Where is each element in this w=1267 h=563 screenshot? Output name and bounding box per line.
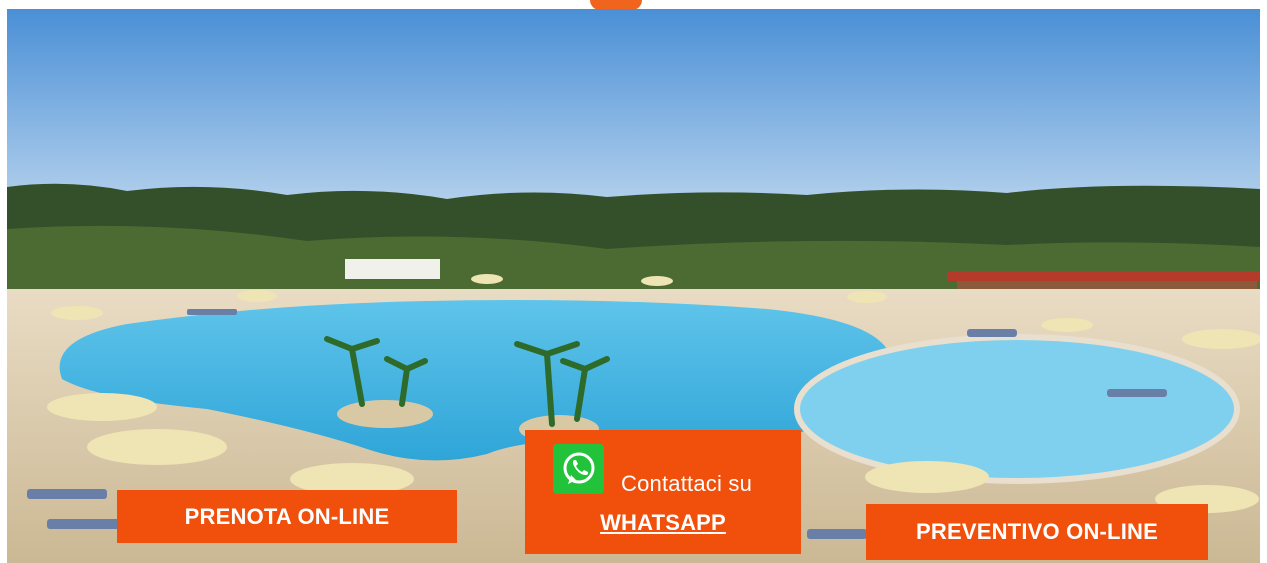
whatsapp-icon xyxy=(553,444,604,494)
preventivo-online-label: PREVENTIVO ON-LINE xyxy=(916,519,1158,544)
whatsapp-contact-button[interactable]: Contattaci su WHATSAPP xyxy=(525,430,801,554)
prenota-online-button[interactable]: PRENOTA ON-LINE xyxy=(117,490,457,543)
whatsapp-link[interactable]: WHATSAPP xyxy=(525,510,801,536)
prenota-online-label: PRENOTA ON-LINE xyxy=(184,503,390,529)
preventivo-online-button[interactable]: PREVENTIVO ON-LINE xyxy=(866,504,1208,560)
whatsapp-contact-text: Contattaci su xyxy=(621,471,753,496)
